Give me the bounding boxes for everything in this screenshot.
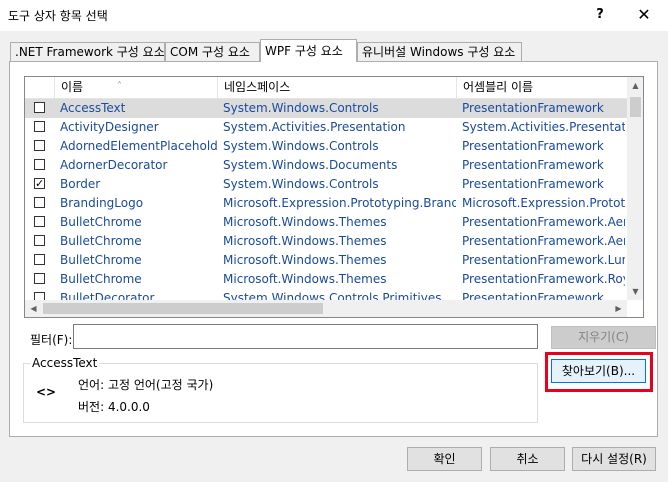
- cell-namespace: Microsoft.Expression.Prototyping.Brandin…: [223, 196, 456, 210]
- cell-assembly: System.Activities.Presentation: [462, 120, 625, 134]
- row-checkbox[interactable]: [34, 121, 45, 132]
- cancel-button[interactable]: 취소: [490, 447, 565, 471]
- row-checkbox[interactable]: [34, 235, 45, 246]
- cell-name: BulletChrome: [60, 234, 142, 248]
- browse-button[interactable]: 찾아보기(B)...: [551, 359, 646, 383]
- horizontal-scroll-thumb[interactable]: [43, 303, 323, 314]
- table-row[interactable]: BulletChrome Microsoft.Windows.Themes Pres…: [25, 270, 627, 289]
- scroll-up-icon[interactable]: ▲: [627, 77, 643, 94]
- cell-assembly: PresentationFramework: [462, 139, 604, 153]
- cell-namespace: System.Windows.Controls: [223, 139, 379, 153]
- tab-universal-windows[interactable]: 유니버설 Windows 구성 요소: [357, 42, 522, 61]
- info-legend: AccessText: [30, 356, 100, 370]
- language-info: 언어: 고정 언어(고정 국가): [78, 378, 214, 392]
- table-row[interactable]: BulletChrome Microsoft.Windows.Themes Pres…: [25, 251, 627, 270]
- header-namespace[interactable]: 네임스페이스: [218, 77, 457, 98]
- cell-assembly: PresentationFramework: [462, 177, 604, 191]
- cell-name: BulletChrome: [60, 253, 142, 267]
- row-checkbox[interactable]: [34, 273, 45, 284]
- filter-label: 필터(F):: [30, 333, 73, 347]
- ok-button[interactable]: 확인: [407, 447, 482, 471]
- cell-name: BrandingLogo: [60, 196, 144, 210]
- horizontal-scrollbar[interactable]: ◀ ▶: [25, 300, 627, 317]
- cell-namespace: Microsoft.Windows.Themes: [223, 272, 387, 286]
- cell-namespace: Microsoft.Windows.Themes: [223, 215, 387, 229]
- grid-header: 이름 ˄ 네임스페이스 어셈블리 이름: [25, 77, 627, 99]
- close-button[interactable]: ✕: [628, 4, 660, 26]
- cell-namespace: Microsoft.Windows.Themes: [223, 253, 387, 267]
- row-checkbox[interactable]: [34, 216, 45, 227]
- cell-name: Border: [60, 177, 101, 191]
- cell-name: BulletChrome: [60, 215, 142, 229]
- help-button[interactable]: ?: [588, 4, 612, 26]
- window-title: 도구 상자 항목 선택: [8, 9, 108, 23]
- scroll-left-icon[interactable]: ◀: [25, 300, 42, 317]
- table-row[interactable]: ✓ Border System.Windows.Controls Presentati…: [25, 175, 627, 194]
- cell-name: AdornerDecorator: [60, 158, 168, 172]
- scroll-right-icon[interactable]: ▶: [610, 300, 627, 317]
- table-row[interactable]: BulletChrome Microsoft.Windows.Themes Pres…: [25, 232, 627, 251]
- vertical-scrollbar[interactable]: ▲ ▼: [627, 77, 643, 300]
- table-row[interactable]: ActivityDesigner System.Activities.Presen…: [25, 118, 627, 137]
- version-info: 버전: 4.0.0.0: [78, 400, 150, 414]
- cell-assembly: PresentationFramework.Aero: [462, 215, 625, 229]
- clear-button[interactable]: 지우기(C): [551, 326, 656, 349]
- cell-namespace: System.Windows.Controls: [223, 177, 379, 191]
- cell-namespace: Microsoft.Windows.Themes: [223, 234, 387, 248]
- row-checkbox[interactable]: ✓: [34, 178, 45, 189]
- cell-assembly: PresentationFramework.Luna: [462, 253, 625, 267]
- row-checkbox[interactable]: [34, 159, 45, 170]
- table-row[interactable]: BulletChrome Microsoft.Windows.Themes Pres…: [25, 213, 627, 232]
- cell-name: AdornedElementPlaceholder: [60, 139, 217, 153]
- cell-assembly: PresentationFramework: [462, 101, 604, 115]
- row-checkbox[interactable]: [34, 102, 45, 113]
- cell-assembly: PresentationFramework.Royale: [462, 272, 625, 286]
- table-row[interactable]: AccessText System.Windows.Controls Present…: [25, 99, 627, 118]
- title-bar: 도구 상자 항목 선택 ? ✕: [0, 0, 668, 31]
- row-checkbox[interactable]: [34, 140, 45, 151]
- cell-namespace: System.Activities.Presentation: [223, 120, 406, 134]
- vertical-scroll-thumb[interactable]: [630, 97, 641, 117]
- filter-input[interactable]: [73, 324, 538, 349]
- tab-com[interactable]: COM 구성 요소: [165, 42, 260, 61]
- cell-name: ActivityDesigner: [60, 120, 159, 134]
- row-checkbox[interactable]: [34, 254, 45, 265]
- header-name[interactable]: 이름 ˄: [55, 77, 218, 98]
- row-checkbox[interactable]: [34, 197, 45, 208]
- header-assembly[interactable]: 어셈블리 이름: [457, 77, 627, 98]
- header-name-label: 이름: [61, 80, 84, 94]
- reset-button[interactable]: 다시 설정(R): [572, 447, 656, 471]
- sort-ascending-icon: ˄: [117, 81, 122, 92]
- cell-name: BulletChrome: [60, 272, 142, 286]
- cell-assembly: PresentationFramework: [462, 158, 604, 172]
- table-row[interactable]: AdornerDecorator System.Windows.Documents…: [25, 156, 627, 175]
- cell-namespace: System.Windows.Controls: [223, 101, 379, 115]
- cell-assembly: Microsoft.Expression.Prototypi: [462, 196, 625, 210]
- component-grid[interactable]: 이름 ˄ 네임스페이스 어셈블리 이름 AccessText System.Win…: [24, 76, 644, 318]
- cell-name: AccessText: [60, 101, 126, 115]
- code-element-icon: <>: [36, 385, 57, 399]
- tab-wpf[interactable]: WPF 구성 요소: [260, 39, 357, 62]
- header-checkbox-column: [25, 77, 55, 98]
- cell-assembly: PresentationFramework.Aero2: [462, 234, 625, 248]
- table-row[interactable]: BrandingLogo Microsoft.Expression.Prototy…: [25, 194, 627, 213]
- scroll-down-icon[interactable]: ▼: [627, 283, 643, 300]
- table-row[interactable]: AdornedElementPlaceholder System.Windows.…: [25, 137, 627, 156]
- tab-net-framework[interactable]: .NET Framework 구성 요소: [10, 42, 165, 61]
- cell-namespace: System.Windows.Documents: [223, 158, 398, 172]
